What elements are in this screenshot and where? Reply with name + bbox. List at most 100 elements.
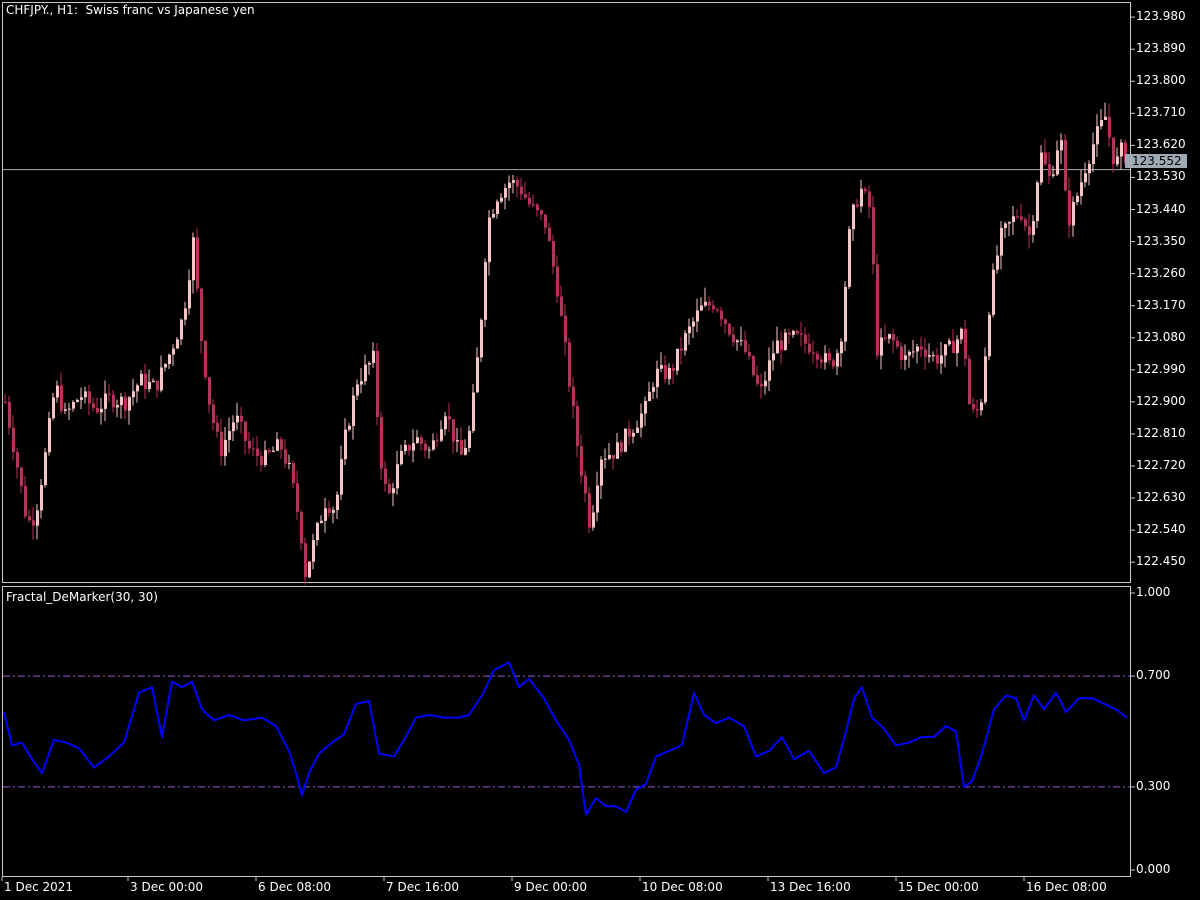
bull-candle — [660, 365, 663, 369]
bear-candle — [92, 403, 95, 408]
bull-candle — [636, 427, 639, 433]
bear-candle — [612, 455, 615, 459]
bear-candle — [420, 437, 423, 444]
price-tick-label: 122.630 — [1136, 490, 1186, 505]
bear-candle — [520, 186, 523, 195]
bear-candle — [588, 493, 591, 528]
bear-candle — [936, 355, 939, 364]
bull-candle — [444, 416, 447, 430]
bull-candle — [1072, 201, 1075, 226]
indicator-tick-label: 0.300 — [1136, 778, 1171, 793]
bear-candle — [952, 340, 955, 353]
bull-candle — [656, 368, 659, 388]
bull-candle — [180, 319, 183, 340]
bear-candle — [60, 385, 63, 411]
bull-candle — [860, 188, 863, 207]
bull-candle — [500, 197, 503, 202]
bull-candle — [1096, 126, 1099, 145]
bear-candle — [156, 380, 159, 391]
bull-candle — [676, 348, 679, 371]
bear-candle — [856, 204, 859, 207]
bear-candle — [16, 452, 19, 468]
bull-candle — [352, 395, 355, 426]
bull-candle — [348, 425, 351, 430]
bull-candle — [632, 432, 635, 437]
bear-candle — [756, 375, 759, 384]
bull-candle — [44, 452, 47, 486]
bull-candle — [1032, 221, 1035, 235]
bear-candle — [248, 440, 251, 449]
price-tick-label: 122.990 — [1136, 361, 1186, 376]
bull-candle — [704, 301, 707, 306]
bear-candle — [1044, 152, 1047, 165]
current-price-badge: 123.552 — [1125, 154, 1187, 168]
bull-candle — [692, 321, 695, 327]
bear-candle — [1064, 140, 1067, 191]
bear-candle — [672, 368, 675, 371]
bull-candle — [1052, 174, 1055, 176]
bear-candle — [144, 373, 147, 390]
bull-candle — [236, 415, 239, 423]
bull-candle — [640, 413, 643, 428]
bear-candle — [832, 360, 835, 367]
bull-candle — [100, 408, 103, 413]
bear-candle — [96, 407, 99, 413]
bull-candle — [308, 561, 311, 578]
bull-candle — [960, 328, 963, 340]
bull-candle — [992, 269, 995, 315]
bear-candle — [1068, 190, 1071, 226]
bear-candle — [220, 431, 223, 457]
bull-candle — [52, 397, 55, 419]
bear-candle — [808, 343, 811, 353]
bear-candle — [540, 210, 543, 215]
bear-candle — [544, 214, 547, 228]
bear-candle — [584, 475, 587, 494]
time-tick-label: 3 Dec 00:00 — [130, 880, 204, 894]
bull-candle — [652, 387, 655, 392]
bull-candle — [392, 488, 395, 494]
bear-candle — [200, 288, 203, 341]
bear-candle — [424, 443, 427, 451]
time-tick-label: 9 Dec 00:00 — [514, 880, 588, 894]
bull-candle — [416, 437, 419, 444]
bull-candle — [428, 449, 431, 451]
bear-candle — [1020, 216, 1023, 220]
bear-candle — [24, 485, 27, 517]
bull-candle — [440, 429, 443, 441]
bear-candle — [212, 404, 215, 423]
bull-candle — [1056, 150, 1059, 175]
bull-candle — [508, 182, 511, 189]
chart-canvas — [1, 16, 1135, 881]
bull-candle — [264, 450, 267, 465]
bear-candle — [876, 264, 879, 356]
bull-candle — [504, 188, 507, 198]
bull-candle — [120, 396, 123, 406]
bull-candle — [608, 455, 611, 459]
indicator-title: Fractal_DeMarker(30, 30) — [6, 590, 158, 604]
bull-candle — [404, 444, 407, 451]
bull-candle — [228, 431, 231, 440]
bear-candle — [20, 467, 23, 486]
bull-candle — [72, 402, 75, 409]
time-tick-label: 15 Dec 00:00 — [898, 880, 979, 894]
bull-candle — [984, 356, 987, 403]
price-tick-label: 123.800 — [1136, 73, 1186, 88]
bull-candle — [468, 430, 471, 449]
bear-candle — [460, 440, 463, 455]
bull-candle — [824, 353, 827, 363]
bull-candle — [904, 355, 907, 360]
bull-candle — [188, 280, 191, 309]
bear-candle — [548, 227, 551, 242]
price-tick-label: 122.450 — [1136, 554, 1186, 569]
bull-candle — [340, 459, 343, 495]
bull-candle — [944, 344, 947, 356]
bear-candle — [564, 315, 567, 343]
bull-candle — [492, 213, 495, 218]
bear-candle — [280, 439, 283, 450]
bear-candle — [256, 448, 259, 457]
bear-candle — [1016, 216, 1019, 218]
bull-candle — [512, 180, 515, 183]
bear-candle — [8, 402, 11, 428]
bull-candle — [880, 337, 883, 356]
bear-candle — [448, 416, 451, 420]
